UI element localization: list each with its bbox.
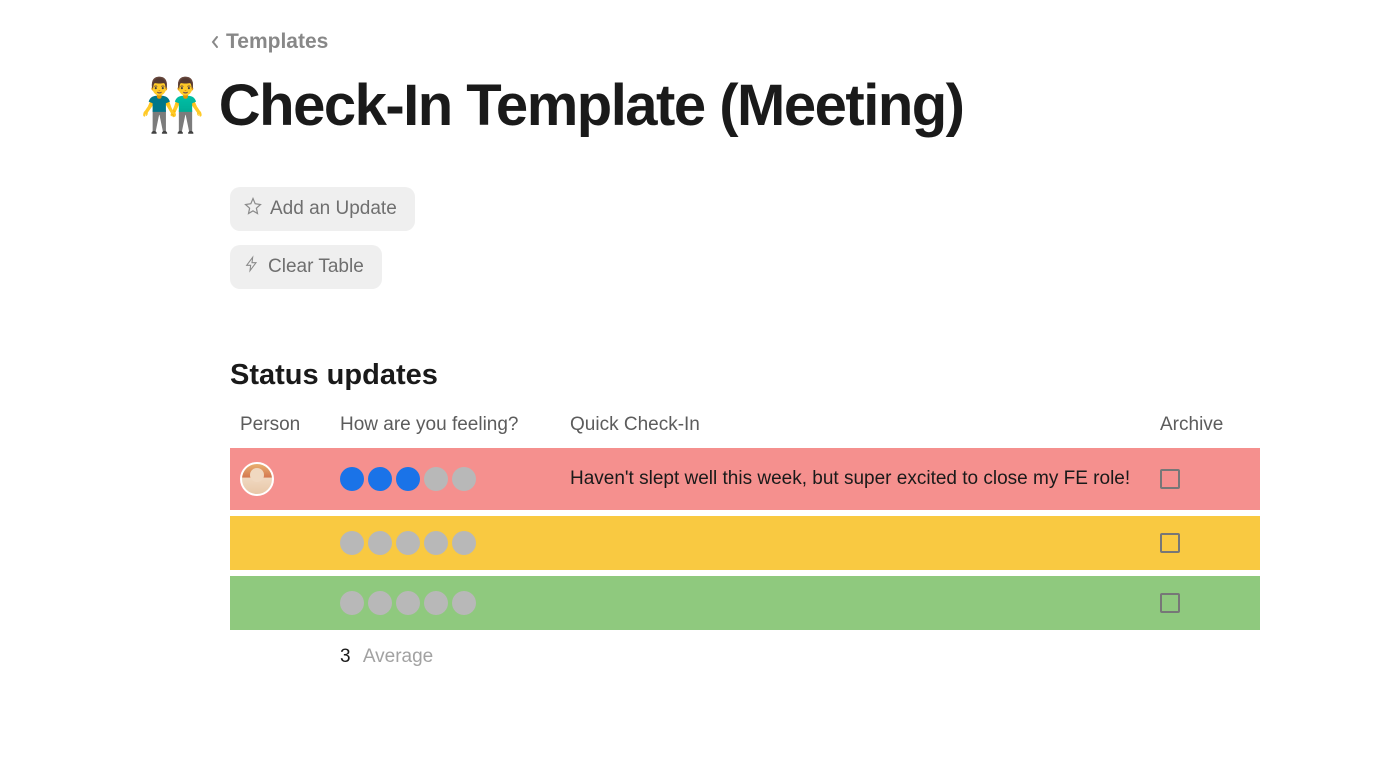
clear-table-label: Clear Table	[268, 256, 364, 278]
star-icon	[244, 197, 262, 221]
rating-dot[interactable]	[452, 467, 476, 491]
rating-dots[interactable]	[340, 531, 570, 555]
rating-dot[interactable]	[396, 467, 420, 491]
rating-dots[interactable]	[340, 591, 570, 615]
archive-checkbox[interactable]	[1160, 469, 1180, 489]
rating-dot[interactable]	[340, 467, 364, 491]
rating-dot[interactable]	[424, 531, 448, 555]
rating-dot[interactable]	[396, 591, 420, 615]
add-update-button[interactable]: Add an Update	[230, 187, 415, 231]
rating-dot[interactable]	[424, 467, 448, 491]
summary-label: Average	[363, 646, 433, 667]
rating-dots[interactable]	[340, 467, 570, 491]
summary-value: 3	[340, 646, 351, 667]
cell-archive	[1160, 533, 1250, 553]
cell-archive	[1160, 469, 1250, 489]
rating-dot[interactable]	[452, 591, 476, 615]
table-row[interactable]	[230, 516, 1260, 570]
rating-dot[interactable]	[368, 531, 392, 555]
clear-table-button[interactable]: Clear Table	[230, 245, 382, 289]
cell-person	[240, 462, 340, 496]
title-row: 👬 Check-In Template (Meeting)	[140, 72, 1260, 139]
rating-dot[interactable]	[424, 591, 448, 615]
actions: Add an Update Clear Table	[230, 187, 1260, 303]
rating-dot[interactable]	[340, 531, 364, 555]
cell-archive	[1160, 593, 1250, 613]
archive-checkbox[interactable]	[1160, 533, 1180, 553]
archive-checkbox[interactable]	[1160, 593, 1180, 613]
status-table: Person How are you feeling? Quick Check-…	[230, 414, 1260, 668]
col-person: Person	[240, 414, 340, 436]
cell-checkin[interactable]: Haven't slept well this week, but super …	[570, 465, 1160, 493]
add-update-label: Add an Update	[270, 198, 397, 220]
avatar[interactable]	[240, 462, 274, 496]
rating-dot[interactable]	[368, 467, 392, 491]
rating-dot[interactable]	[452, 531, 476, 555]
table-header: Person How are you feeling? Quick Check-…	[230, 414, 1260, 448]
col-checkin: Quick Check-In	[570, 414, 1160, 436]
lightning-icon	[244, 255, 260, 279]
breadcrumb-label: Templates	[226, 30, 328, 54]
table-row[interactable]: Haven't slept well this week, but super …	[230, 448, 1260, 510]
chevron-left-icon	[210, 35, 220, 49]
breadcrumb[interactable]: Templates	[210, 30, 1260, 54]
page-emoji: 👬	[140, 80, 205, 132]
rating-dot[interactable]	[340, 591, 364, 615]
col-feeling: How are you feeling?	[340, 414, 570, 436]
page-title: Check-In Template (Meeting)	[219, 72, 964, 139]
rating-dot[interactable]	[368, 591, 392, 615]
rating-dot[interactable]	[396, 531, 420, 555]
section-title: Status updates	[230, 359, 1260, 392]
table-row[interactable]	[230, 576, 1260, 630]
table-summary: 3 Average	[230, 630, 1260, 668]
col-archive: Archive	[1160, 414, 1250, 436]
